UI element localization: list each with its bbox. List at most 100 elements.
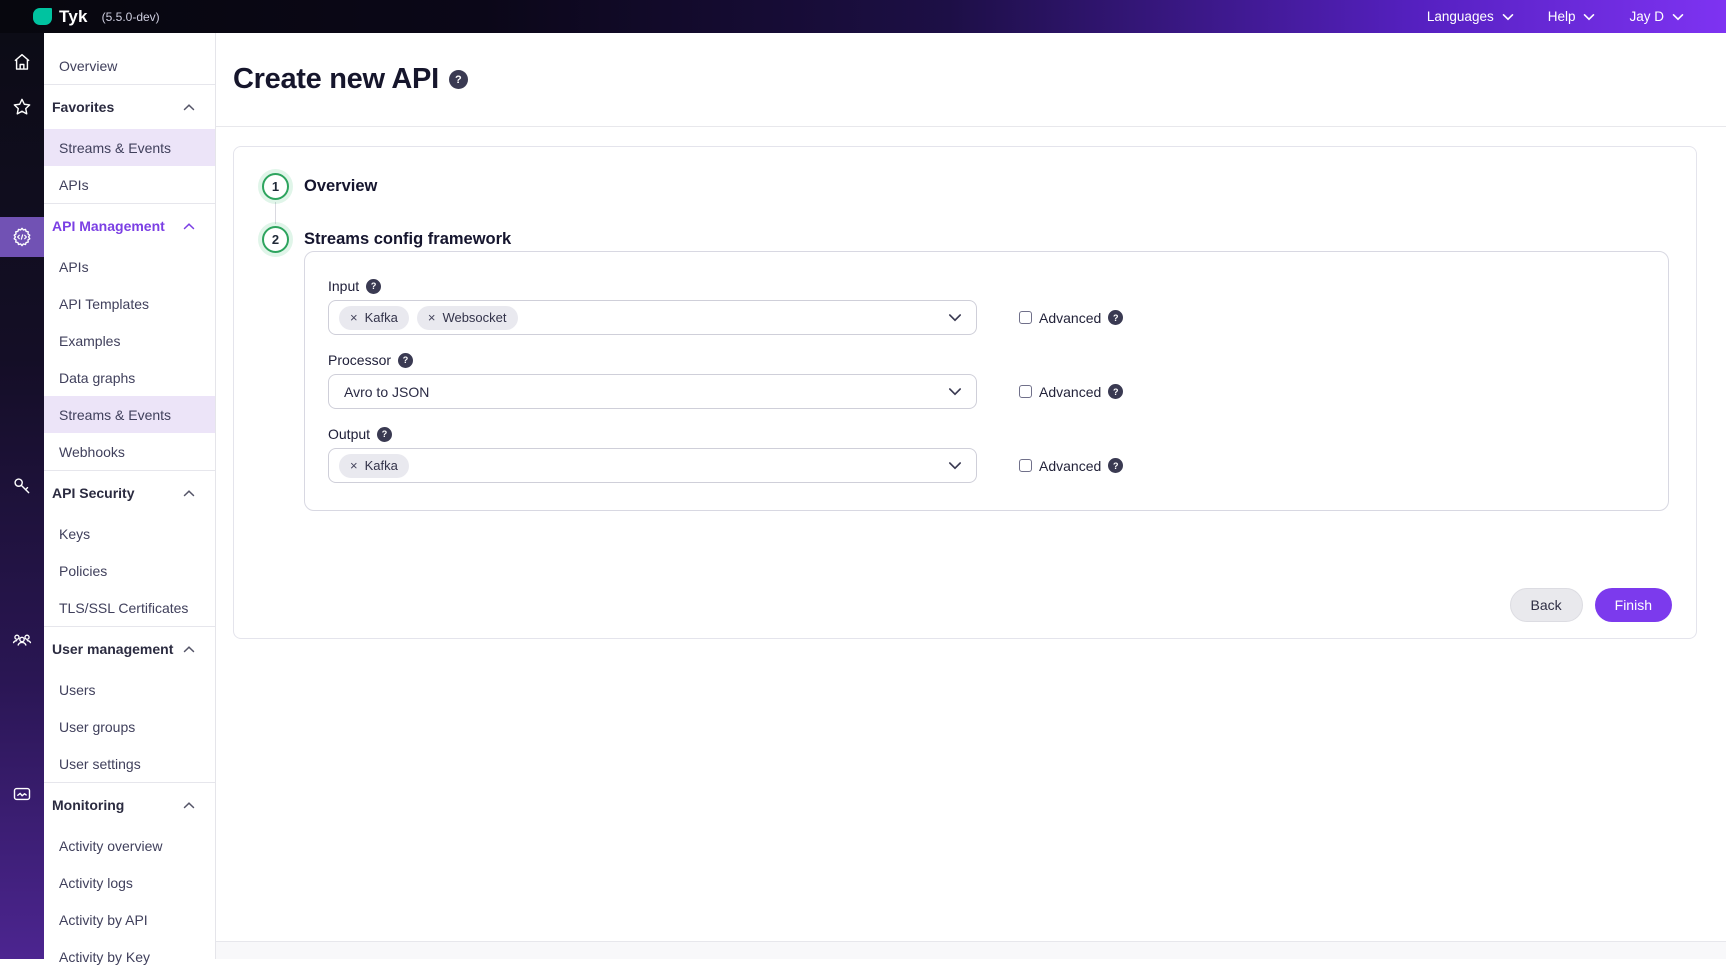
input-select[interactable]: × Kafka × Websocket: [328, 300, 977, 335]
processor-advanced-checkbox[interactable]: [1019, 385, 1032, 398]
sidebar-item-activity-overview[interactable]: Activity overview: [44, 827, 215, 864]
processor-help-icon[interactable]: ?: [398, 353, 413, 368]
sidebar-item-users[interactable]: Users: [44, 671, 215, 708]
sidebar-section-api-security[interactable]: API Security: [44, 471, 215, 515]
sidebar: Overview Favorites Streams & Events APIs…: [44, 33, 216, 959]
main-content: ‹ Create new API ? 1 2 Overview Streams …: [216, 33, 1726, 959]
sidebar-item-user-groups[interactable]: User groups: [44, 708, 215, 745]
footer-strip: [216, 942, 1726, 959]
processor-select[interactable]: Avro to JSON: [328, 374, 977, 409]
advanced-label: Advanced: [1039, 458, 1101, 474]
sidebar-item-activity-by-key[interactable]: Activity by Key: [44, 938, 215, 975]
version-label: (5.5.0-dev): [102, 10, 160, 24]
chevron-up-icon: [183, 490, 195, 497]
sidebar-item-keys[interactable]: Keys: [44, 515, 215, 552]
section-label: User management: [52, 641, 173, 657]
sidebar-item-policies[interactable]: Policies: [44, 552, 215, 589]
section-label: API Security: [52, 485, 134, 501]
sidebar-item-examples[interactable]: Examples: [44, 322, 215, 359]
processor-label: Processor: [328, 352, 391, 368]
page-help-icon[interactable]: ?: [449, 70, 468, 89]
output-advanced-group: Advanced ?: [1019, 458, 1123, 474]
input-help-icon[interactable]: ?: [366, 279, 381, 294]
user-menu-label: Jay D: [1629, 9, 1664, 24]
input-field-row: Input ? × Kafka × Websocket: [328, 278, 1668, 335]
tag-label: Kafka: [365, 458, 398, 473]
sidebar-item-data-graphs[interactable]: Data graphs: [44, 359, 215, 396]
rail-monitoring-icon[interactable]: [0, 774, 44, 814]
help-menu[interactable]: Help: [1548, 9, 1596, 24]
tyk-logo[interactable]: Tyk (5.5.0-dev): [33, 7, 160, 27]
output-help-icon[interactable]: ?: [377, 427, 392, 442]
input-label: Input: [328, 278, 359, 294]
processor-field-row: Processor ? Avro to JSON Advanced ?: [328, 352, 1668, 409]
streams-config-panel: Input ? × Kafka × Websocket: [304, 251, 1669, 511]
chevron-up-icon: [183, 646, 195, 653]
wizard-card: 1 2 Overview Streams config framework In…: [233, 146, 1697, 639]
step-2-indicator: 2: [262, 226, 289, 253]
step-1-indicator: 1: [262, 173, 289, 200]
tag-websocket[interactable]: × Websocket: [417, 306, 518, 330]
output-field-row: Output ? × Kafka Advanced: [328, 426, 1668, 483]
sidebar-item-activity-by-api[interactable]: Activity by API: [44, 901, 215, 938]
sidebar-section-api-management[interactable]: API Management: [44, 204, 215, 248]
sidebar-item-overview[interactable]: Overview: [44, 47, 215, 84]
output-advanced-checkbox[interactable]: [1019, 459, 1032, 472]
page-title: Create new API: [233, 63, 439, 96]
sidebar-section-favorites[interactable]: Favorites: [44, 85, 215, 129]
processor-value: Avro to JSON: [339, 384, 429, 400]
user-menu[interactable]: Jay D: [1629, 9, 1684, 24]
processor-advanced-help-icon[interactable]: ?: [1108, 384, 1123, 399]
input-advanced-checkbox[interactable]: [1019, 311, 1032, 324]
tag-label: Websocket: [442, 310, 506, 325]
input-advanced-group: Advanced ?: [1019, 310, 1123, 326]
advanced-label: Advanced: [1039, 384, 1101, 400]
remove-tag-icon[interactable]: ×: [428, 311, 436, 324]
chevron-down-icon: [1672, 13, 1684, 21]
step-2-label: Streams config framework: [304, 230, 511, 249]
remove-tag-icon[interactable]: ×: [350, 311, 358, 324]
chevron-up-icon: [183, 223, 195, 230]
input-advanced-help-icon[interactable]: ?: [1108, 310, 1123, 325]
tag-label: Kafka: [365, 310, 398, 325]
help-menu-label: Help: [1548, 9, 1576, 24]
icon-rail: [0, 33, 44, 959]
sidebar-item-streams-events-favorite[interactable]: Streams & Events: [44, 129, 215, 166]
sidebar-section-user-management[interactable]: User management: [44, 627, 215, 671]
tag-kafka[interactable]: × Kafka: [339, 306, 409, 330]
sidebar-item-webhooks[interactable]: Webhooks: [44, 433, 215, 470]
languages-menu-label: Languages: [1427, 9, 1494, 24]
sidebar-item-streams-events[interactable]: Streams & Events: [44, 396, 215, 433]
rail-home-icon[interactable]: [0, 42, 44, 82]
sidebar-item-apis-favorite[interactable]: APIs: [44, 166, 215, 203]
chevron-up-icon: [183, 802, 195, 809]
rail-favorites-icon[interactable]: [0, 87, 44, 127]
section-label: API Management: [52, 218, 165, 234]
sidebar-item-apis[interactable]: APIs: [44, 248, 215, 285]
step-1-label: Overview: [304, 177, 377, 196]
finish-button[interactable]: Finish: [1595, 588, 1672, 622]
chevron-down-icon: [948, 461, 962, 470]
tag-kafka-output[interactable]: × Kafka: [339, 454, 409, 478]
back-button[interactable]: Back: [1510, 588, 1583, 622]
sidebar-item-api-templates[interactable]: API Templates: [44, 285, 215, 322]
sidebar-section-monitoring[interactable]: Monitoring: [44, 783, 215, 827]
page-header: ‹ Create new API ?: [216, 33, 1726, 127]
rail-user-management-icon[interactable]: [0, 620, 44, 660]
output-advanced-help-icon[interactable]: ?: [1108, 458, 1123, 473]
rail-api-management-icon[interactable]: [0, 217, 44, 257]
sidebar-item-activity-logs[interactable]: Activity logs: [44, 864, 215, 901]
rail-api-security-icon[interactable]: [0, 466, 44, 506]
remove-tag-icon[interactable]: ×: [350, 459, 358, 472]
tyk-logo-text: Tyk: [59, 7, 88, 27]
languages-menu[interactable]: Languages: [1427, 9, 1514, 24]
sidebar-item-tls-ssl-certificates[interactable]: TLS/SSL Certificates: [44, 589, 215, 626]
output-select[interactable]: × Kafka: [328, 448, 977, 483]
output-label: Output: [328, 426, 370, 442]
processor-advanced-group: Advanced ?: [1019, 384, 1123, 400]
advanced-label: Advanced: [1039, 310, 1101, 326]
chevron-up-icon: [183, 104, 195, 111]
sidebar-item-user-settings[interactable]: User settings: [44, 745, 215, 782]
chevron-down-icon: [948, 313, 962, 322]
chevron-down-icon: [1502, 13, 1514, 21]
